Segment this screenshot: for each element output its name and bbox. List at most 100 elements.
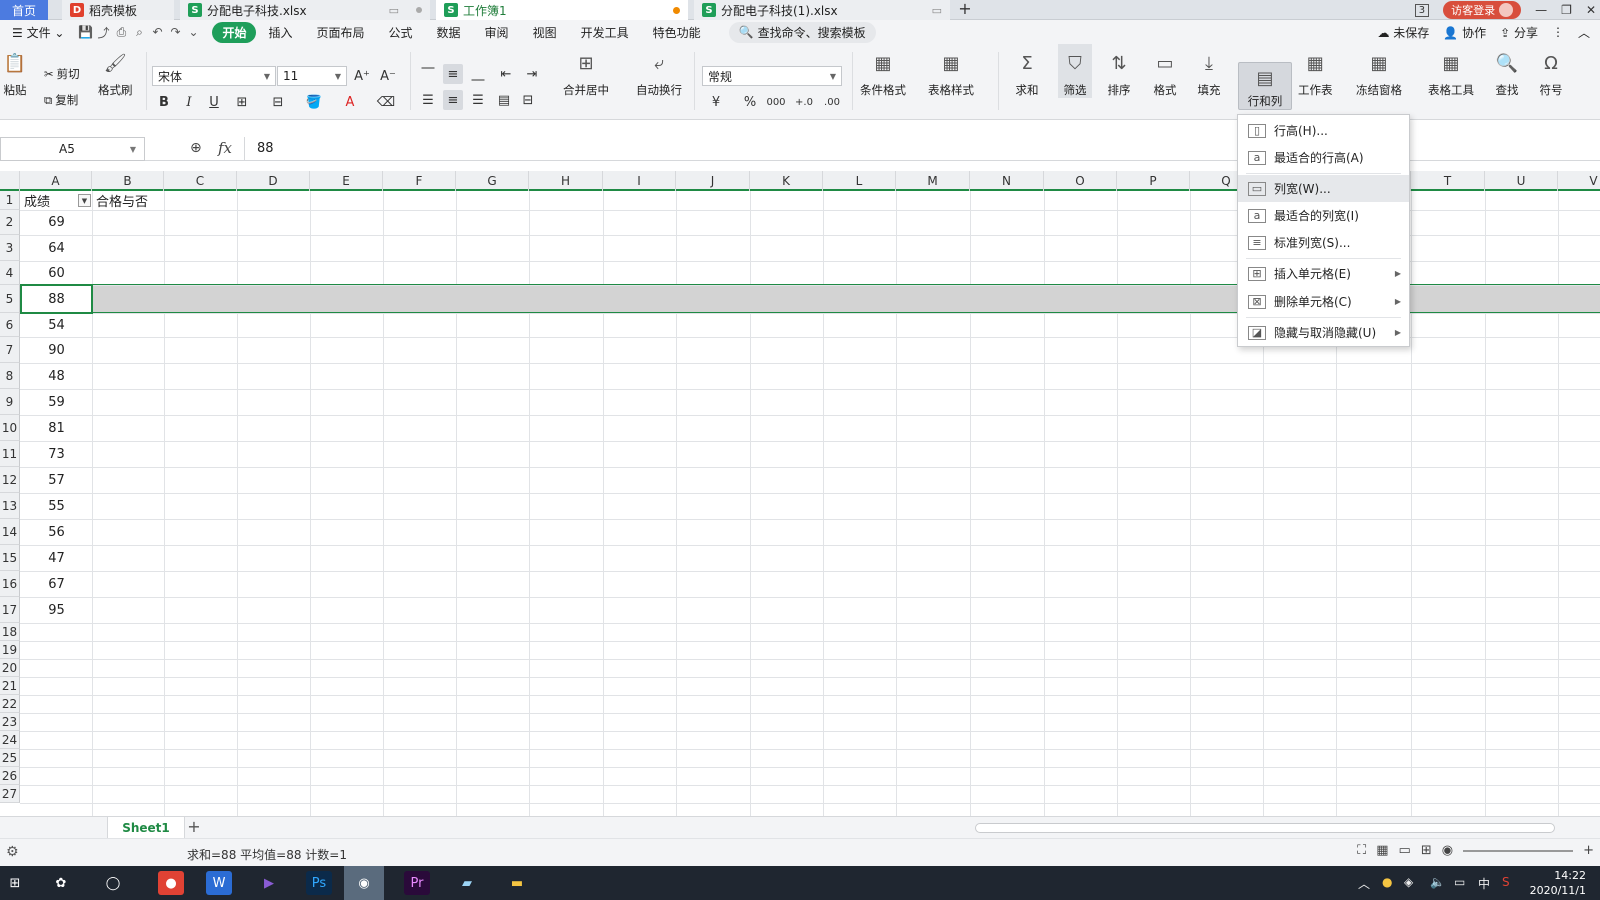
window-count[interactable]: 3 xyxy=(1414,3,1430,17)
row-header-1[interactable]: 1 xyxy=(0,191,20,210)
row-header-5[interactable]: 5 xyxy=(0,285,20,313)
menu-item-row-height[interactable]: ▯ 行高(H)... xyxy=(1238,117,1409,144)
fill-color-icon[interactable]: 🪣 xyxy=(304,92,324,112)
column-header-J[interactable]: J xyxy=(676,171,750,191)
bold-button[interactable]: B xyxy=(154,92,174,112)
row-header-22[interactable]: 22 xyxy=(0,695,20,713)
formula-input[interactable]: 88 xyxy=(244,137,274,161)
cell-A17[interactable]: 95 xyxy=(20,597,93,623)
collapse-ribbon-icon[interactable]: ︿ xyxy=(1578,24,1590,41)
tray-chevron-icon[interactable]: ︿ xyxy=(1358,875,1370,892)
ime-logo-icon[interactable]: S xyxy=(1502,875,1510,889)
file-menu[interactable]: ☰ 文件 ⌄ xyxy=(0,24,76,41)
windows-start-icon[interactable]: ⊞ xyxy=(2,871,28,895)
row-header-8[interactable]: 8 xyxy=(0,363,20,389)
cell-A2[interactable]: 69 xyxy=(20,210,93,235)
premiere-icon[interactable]: Pr xyxy=(404,871,430,895)
collab-button[interactable]: 👤 协作 xyxy=(1443,24,1486,41)
cell-A6[interactable]: 54 xyxy=(20,313,93,337)
cond-format-button[interactable]: ▦ 条件格式 xyxy=(860,44,906,98)
export-icon[interactable]: ⤴ xyxy=(94,24,112,40)
symbol-button[interactable]: Ω 符号 xyxy=(1538,44,1564,98)
cell-B1[interactable]: 合格与否 xyxy=(96,191,148,210)
cell-A13[interactable]: 55 xyxy=(20,493,93,519)
outdent-icon[interactable]: ⇤ xyxy=(496,64,516,84)
column-header-U[interactable]: U xyxy=(1485,171,1558,191)
tab-review[interactable]: 审阅 xyxy=(473,24,521,41)
row-header-20[interactable]: 20 xyxy=(0,659,20,677)
row-header-27[interactable]: 27 xyxy=(0,785,20,803)
align-bottom-icon[interactable]: ⎽ xyxy=(468,64,488,84)
find-button[interactable]: 🔍 查找 xyxy=(1494,44,1520,98)
page-layout-view-icon[interactable]: ▭ xyxy=(1399,843,1411,858)
row-header-16[interactable]: 16 xyxy=(0,571,20,597)
menu-item-std-width[interactable]: ≡ 标准列宽(S)... xyxy=(1238,229,1409,256)
column-header-N[interactable]: N xyxy=(970,171,1044,191)
sum-button[interactable]: Σ 求和 xyxy=(1014,44,1040,98)
column-header-G[interactable]: G xyxy=(456,171,529,191)
cell-A9[interactable]: 59 xyxy=(20,389,93,415)
format-painter-button[interactable]: 🖌 格式刷 xyxy=(98,44,133,98)
tab-page-layout[interactable]: 页面布局 xyxy=(305,24,377,41)
more-icon[interactable]: ⋮ xyxy=(1552,25,1564,39)
tab-home[interactable]: 首页 xyxy=(0,0,48,20)
filter-dropdown-icon[interactable]: ▼ xyxy=(78,194,91,207)
filter-button[interactable]: ⛉ 筛选 xyxy=(1058,44,1092,98)
column-header-A[interactable]: A xyxy=(20,171,92,191)
underline-button[interactable]: U xyxy=(204,92,224,112)
table-style-button[interactable]: ▦ 表格样式 xyxy=(928,44,974,98)
menu-item-autofit-col[interactable]: a 最适合的列宽(I) xyxy=(1238,202,1409,229)
column-header-K[interactable]: K xyxy=(750,171,823,191)
align-right-icon[interactable]: ☰ xyxy=(468,90,488,110)
cell-A5[interactable]: 88 xyxy=(20,285,93,313)
tab-insert[interactable]: 插入 xyxy=(256,24,304,41)
row-header-25[interactable]: 25 xyxy=(0,749,20,767)
column-header-I[interactable]: I xyxy=(603,171,676,191)
print-preview-icon[interactable]: ⌕ xyxy=(130,24,148,40)
menu-item-hide-unhide[interactable]: ◪ 隐藏与取消隐藏(U) ▶ xyxy=(1238,319,1409,346)
browser-icon[interactable]: ● xyxy=(158,871,184,895)
tray-app-icon[interactable]: ● xyxy=(1382,875,1392,889)
add-sheet-button[interactable]: + xyxy=(184,817,204,839)
macro-icon[interactable]: ⚙ xyxy=(6,844,19,860)
row-header-17[interactable]: 17 xyxy=(0,597,20,623)
column-header-P[interactable]: P xyxy=(1117,171,1190,191)
distribute-icon[interactable]: ⊟ xyxy=(518,90,538,110)
fill-style-icon[interactable]: ⊟ xyxy=(268,92,288,112)
row-header-10[interactable]: 10 xyxy=(0,415,20,441)
notes-icon[interactable]: ▰ xyxy=(454,871,480,895)
table-tools-button[interactable]: ▦ 表格工具 xyxy=(1428,44,1474,98)
photoshop-icon[interactable]: Ps xyxy=(306,871,332,895)
unsaved-button[interactable]: ☁ 未保存 xyxy=(1377,24,1429,41)
freeze-panes-button[interactable]: ▦ 冻结窗格 xyxy=(1356,44,1402,98)
horizontal-scrollbar[interactable] xyxy=(975,823,1555,833)
cell-A11[interactable]: 73 xyxy=(20,441,93,467)
border-icon[interactable]: ⊞ xyxy=(232,92,252,112)
column-header-V[interactable]: V xyxy=(1558,171,1600,191)
menu-item-col-width[interactable]: ▭ 列宽(W)... xyxy=(1238,175,1409,202)
align-middle-icon[interactable]: ≡ xyxy=(443,64,463,84)
display-icon[interactable]: ▭ xyxy=(1454,875,1465,889)
tab-file-1[interactable]: S 分配电子科技.xlsx ▭ xyxy=(180,0,430,20)
font-size-select[interactable]: 11 ▼ xyxy=(277,66,347,86)
guest-login-button[interactable]: 访客登录 xyxy=(1443,1,1522,19)
column-header-F[interactable]: F xyxy=(383,171,456,191)
zoom-icon[interactable]: ⊕ xyxy=(190,140,202,156)
search-icon[interactable]: ◯ xyxy=(100,871,126,895)
column-header-L[interactable]: L xyxy=(823,171,896,191)
row-header-12[interactable]: 12 xyxy=(0,467,20,493)
row-header-6[interactable]: 6 xyxy=(0,313,20,337)
normal-view-icon[interactable]: ▦ xyxy=(1376,843,1388,858)
cell-A3[interactable]: 64 xyxy=(20,235,93,261)
fill-button[interactable]: ⤓ 填充 xyxy=(1196,44,1222,98)
row-header-7[interactable]: 7 xyxy=(0,337,20,363)
tab-home-ribbon[interactable]: 开始 xyxy=(212,21,257,43)
cell-A14[interactable]: 56 xyxy=(20,519,93,545)
number-format-select[interactable]: 常规 ▼ xyxy=(702,66,842,86)
align-left-icon[interactable]: ☰ xyxy=(418,90,438,110)
clock[interactable]: 14:22 2020/11/1 xyxy=(1530,868,1586,898)
row-header-24[interactable]: 24 xyxy=(0,731,20,749)
ime-indicator[interactable]: 中 xyxy=(1478,875,1490,892)
row-header-4[interactable]: 4 xyxy=(0,261,20,285)
folder-icon[interactable]: ▬ xyxy=(504,871,530,895)
